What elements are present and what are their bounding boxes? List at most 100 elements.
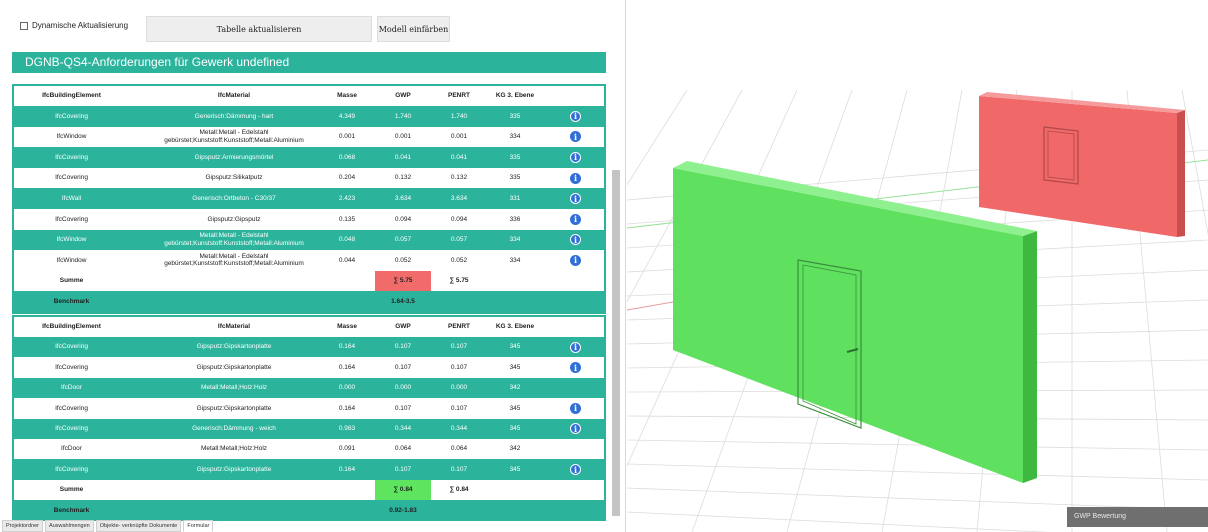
grid-line (627, 463, 1208, 481)
cell-kg: 345 (509, 363, 521, 371)
column-header: KG 3. Ebene (495, 92, 535, 100)
cell-element: IfcCovering (55, 343, 88, 351)
cell-gwp: 0.052 (394, 256, 412, 264)
cell-penrt: 0.107 (450, 363, 468, 371)
column-header: GWP (395, 323, 411, 331)
info-icon[interactable]: i (570, 193, 581, 205)
cell-element: IfcCovering (55, 425, 88, 433)
benchmark-value: 0.92-1.83 (389, 506, 417, 514)
info-icon[interactable]: i (570, 234, 581, 246)
table-row: IfcCovering Gipsputz:Silikatputz 0.204 0.13… (14, 167, 604, 189)
cell-penrt: 1.740 (450, 112, 468, 120)
cell-penrt: 0.107 (450, 404, 468, 412)
cell-element: IfcWindow (56, 133, 87, 141)
info-icon[interactable]: i (570, 213, 581, 225)
cell-kg: 335 (509, 174, 521, 182)
cell-material: Metall:Metall - Edelstahl gebürstet;Kuns… (164, 253, 304, 268)
column-header: IfcBuildingElement (42, 323, 101, 331)
cell-masse: 0.048 (338, 236, 356, 244)
dynamic-update-checkbox[interactable]: Dynamische Aktualisierung (20, 21, 128, 30)
sum-row: Summe ∑ 5.75 ∑ 5.75 (14, 270, 604, 292)
cell-penrt: 0.001 (450, 133, 468, 141)
color-model-button[interactable]: Modell einfärben (377, 16, 450, 42)
cell-element: IfcCovering (55, 465, 88, 473)
refresh-table-button[interactable]: Tabelle aktualisieren (146, 16, 372, 42)
cell-material: Gipsputz:Silikatputz (205, 174, 263, 182)
table-row: IfcWindow Metall:Metall - Edelstahl gebür… (14, 250, 604, 271)
column-header: PENRT (447, 323, 471, 331)
cell-penrt: 0.041 (450, 153, 468, 161)
cell-material: Gipsputz:Gipskartonplatte (196, 465, 272, 473)
cell-penrt: 3.634 (450, 194, 468, 202)
info-icon[interactable]: i (570, 172, 581, 184)
tab-3[interactable]: Formular (183, 520, 214, 532)
cell-element: IfcCovering (55, 363, 88, 371)
section-title: DGNB-QS4-Anforderungen für Gewerk undefi… (12, 52, 606, 73)
cell-penrt: 0.064 (450, 445, 468, 453)
cell-element: IfcWindow (56, 236, 87, 244)
cell-material: Metall:Metall - Edelstahl gebürstet;Kuns… (164, 129, 304, 144)
table-row: IfcWindow Metall:Metall - Edelstahl gebür… (14, 229, 604, 251)
benchmark-row: Benchmark 0.92-1.83 (14, 500, 604, 521)
sum-row: Summe ∑ 0.84 ∑ 0.84 (14, 479, 604, 501)
cell-material: Gipsputz:Armierungsmörtel (194, 153, 274, 161)
info-icon[interactable]: i (570, 423, 581, 435)
toolbar: Dynamische Aktualisierung Tabelle aktual… (12, 14, 612, 42)
cell-penrt: 0.344 (450, 425, 468, 433)
table-row: IfcWindow Metall:Metall - Edelstahl gebür… (14, 126, 604, 148)
table-row: IfcCovering Gipsputz:Gipskartonplatte 0.16… (14, 459, 604, 480)
info-icon[interactable]: i (570, 110, 581, 122)
checkbox-icon[interactable] (20, 21, 28, 30)
info-icon[interactable]: i (570, 402, 581, 414)
info-icon[interactable]: i (570, 464, 581, 476)
tab-0[interactable]: Projektordner (2, 520, 44, 532)
cell-kg: 336 (509, 215, 521, 223)
column-header: KG 3. Ebene (495, 323, 535, 331)
cell-masse: 0.000 (338, 384, 356, 392)
cell-element: IfcWall (61, 194, 82, 202)
benchmark-label: Benchmark (53, 506, 90, 514)
cell-material: Gipsputz:Gipskartonplatte (196, 363, 272, 371)
info-icon[interactable]: i (570, 341, 581, 353)
cell-penrt: 0.094 (450, 215, 468, 223)
cell-material: Generisch:Ortbeton - C30/37 (192, 194, 276, 202)
cell-kg: 334 (509, 256, 521, 264)
3d-scene[interactable] (627, 0, 1208, 532)
cell-gwp: 1.740 (394, 112, 412, 120)
cell-kg: 334 (509, 236, 521, 244)
cell-masse: 4.349 (338, 112, 356, 120)
info-icon[interactable]: i (570, 362, 581, 374)
cell-element: IfcCovering (55, 404, 88, 412)
3d-viewer[interactable]: GWP Bewertung (627, 0, 1208, 532)
cell-penrt: 0.057 (450, 236, 468, 244)
table-row: IfcCovering Gipsputz:Gipskartonplatte 0.16… (14, 337, 604, 358)
cell-kg: 345 (509, 404, 521, 412)
cell-masse: 2.423 (338, 194, 356, 202)
green-wall-side (1023, 231, 1037, 483)
table-panel: Dynamische Aktualisierung Tabelle aktual… (0, 0, 626, 532)
cell-kg: 345 (509, 343, 521, 351)
info-icon[interactable]: i (570, 131, 581, 143)
cell-penrt: 0.107 (450, 465, 468, 473)
green-wall-front (673, 168, 1023, 483)
sum-label: Summe (59, 277, 84, 285)
scrollbar[interactable] (612, 170, 620, 516)
info-icon[interactable]: i (570, 151, 581, 163)
cell-element: IfcCovering (55, 112, 88, 120)
sum-penrt: ∑ 5.75 (449, 277, 469, 285)
dynamic-update-label: Dynamische Aktualisierung (32, 21, 129, 30)
cell-material: Gipsputz:Gipsputz (207, 215, 261, 223)
info-icon[interactable]: i (570, 254, 581, 266)
sum-penrt: ∑ 0.84 (449, 486, 469, 494)
cell-material: Metall:Metall - Edelstahl gebürstet;Kuns… (164, 232, 304, 247)
sum-label: Summe (59, 486, 84, 494)
tab-1[interactable]: Auswahlmengen (45, 520, 94, 532)
requirements-table-1: IfcBuildingElement IfcMaterial Masse GWP PEN… (12, 84, 606, 314)
column-header: IfcBuildingElement (42, 92, 101, 100)
cell-gwp: 0.132 (394, 174, 412, 182)
cell-masse: 0.164 (338, 465, 356, 473)
table-header-row: IfcBuildingElement IfcMaterial Masse GWP PEN… (14, 317, 604, 337)
cell-element: IfcDoor (61, 445, 82, 453)
cell-penrt: 0.107 (450, 343, 468, 351)
tab-2[interactable]: Objekte- verknüpfte Dokumente (95, 520, 182, 532)
